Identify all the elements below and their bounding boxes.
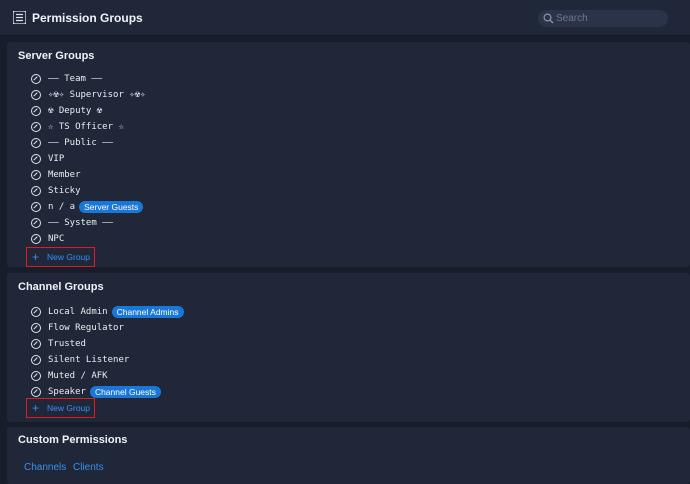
search-box[interactable]: [538, 10, 668, 27]
edit-icon[interactable]: [31, 339, 41, 349]
edit-icon[interactable]: [31, 307, 41, 317]
server-groups-title: Server Groups: [18, 50, 95, 62]
custom-permissions-panel: Custom Permissions Channels Clients: [7, 427, 690, 484]
edit-icon[interactable]: [31, 74, 41, 84]
edit-icon[interactable]: [31, 122, 41, 132]
edit-icon[interactable]: [31, 154, 41, 164]
group-name: —— Public ——: [48, 138, 114, 148]
edit-icon[interactable]: [31, 202, 41, 212]
group-name: Silent Listener: [48, 355, 130, 365]
default-group-badge: Channel Admins: [111, 306, 184, 318]
channel-group-item[interactable]: Local Admin Channel Admins: [31, 305, 184, 319]
edit-icon[interactable]: [31, 387, 41, 397]
group-name: —— Team ——: [48, 74, 103, 84]
edit-icon[interactable]: [31, 138, 41, 148]
edit-icon[interactable]: [31, 186, 41, 196]
edit-icon[interactable]: [31, 355, 41, 365]
menu-list-icon[interactable]: [13, 11, 26, 24]
new-server-group-button[interactable]: + New Group: [26, 247, 95, 267]
group-name: Local Admin: [48, 307, 108, 317]
edit-icon[interactable]: [31, 234, 41, 244]
channel-group-item[interactable]: Muted / AFK: [31, 369, 108, 383]
channel-group-item[interactable]: Silent Listener: [31, 353, 129, 367]
server-groups-panel: Server Groups —— Team —— ✧☢✧ Supervisor …: [7, 42, 690, 267]
group-name: —— System ——: [48, 218, 114, 228]
group-name: Sticky: [48, 186, 81, 196]
edit-icon[interactable]: [31, 90, 41, 100]
edit-icon[interactable]: [31, 106, 41, 116]
default-group-badge: Channel Guests: [89, 386, 161, 398]
server-group-item[interactable]: VIP: [31, 152, 64, 166]
channels-link[interactable]: Channels: [24, 462, 66, 473]
server-group-item[interactable]: —— System ——: [31, 216, 113, 230]
group-name: ☆ TS Officer ☆: [48, 122, 124, 132]
page-title: Permission Groups: [32, 11, 143, 25]
group-name: Flow Regulator: [48, 323, 124, 333]
group-name: NPC: [48, 234, 65, 244]
new-group-label: New Group: [47, 403, 91, 413]
edit-icon[interactable]: [31, 218, 41, 228]
server-group-item[interactable]: NPC: [31, 232, 64, 246]
new-group-label: New Group: [47, 252, 91, 262]
server-group-item[interactable]: Sticky: [31, 184, 81, 198]
channel-groups-panel: Channel Groups Local Admin Channel Admin…: [7, 273, 690, 422]
server-group-item[interactable]: n / a Server Guests: [31, 200, 144, 214]
plus-icon: +: [32, 250, 40, 264]
custom-permissions-title: Custom Permissions: [18, 434, 128, 446]
group-name: ✧☢✧ Supervisor ✧☢✧: [48, 90, 146, 100]
server-group-item[interactable]: ☢ Deputy ☢: [31, 104, 102, 118]
edit-icon[interactable]: [31, 323, 41, 333]
new-channel-group-button[interactable]: + New Group: [26, 398, 95, 418]
group-name: Trusted: [48, 339, 86, 349]
server-group-item[interactable]: Member: [31, 168, 81, 182]
channel-group-item[interactable]: Flow Regulator: [31, 321, 124, 335]
plus-icon: +: [32, 401, 40, 415]
group-name: VIP: [48, 154, 65, 164]
server-group-item[interactable]: ☆ TS Officer ☆: [31, 120, 124, 134]
search-input[interactable]: [556, 11, 662, 26]
server-group-item[interactable]: —— Public ——: [31, 136, 113, 150]
edit-icon[interactable]: [31, 371, 41, 381]
channel-groups-title: Channel Groups: [18, 281, 104, 293]
edit-icon[interactable]: [31, 170, 41, 180]
channel-group-item[interactable]: Speaker Channel Guests: [31, 385, 161, 399]
group-name: ☢ Deputy ☢: [48, 106, 103, 116]
search-icon: [543, 13, 554, 24]
group-name: n / a: [48, 202, 76, 212]
server-group-item[interactable]: —— Team ——: [31, 72, 102, 86]
group-name: Member: [48, 170, 81, 180]
server-group-item[interactable]: ✧☢✧ Supervisor ✧☢✧: [31, 88, 146, 102]
default-group-badge: Server Guests: [79, 201, 144, 213]
group-name: Muted / AFK: [48, 371, 108, 381]
channel-group-item[interactable]: Trusted: [31, 337, 86, 351]
header-bar: Permission Groups: [0, 0, 690, 36]
clients-link[interactable]: Clients: [73, 462, 104, 473]
group-name: Speaker: [48, 387, 86, 397]
